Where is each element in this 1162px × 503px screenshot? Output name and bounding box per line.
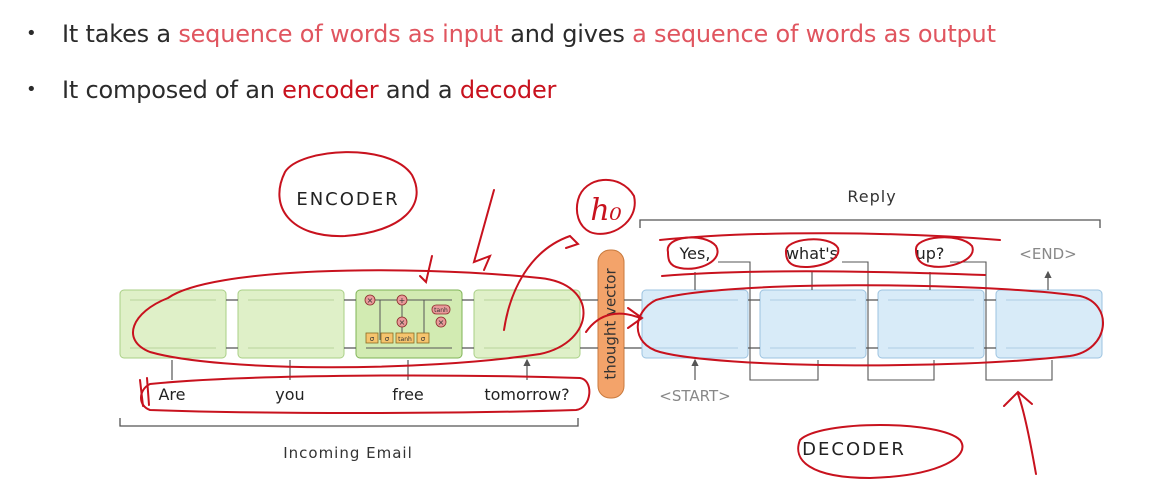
pointwise-times-2-label: × xyxy=(399,318,406,327)
pointwise-times-3-label: × xyxy=(438,318,445,327)
incoming-label: Incoming Email xyxy=(283,444,413,462)
pointwise-times-1-label: × xyxy=(367,296,374,305)
handwritten-h0: h₀ xyxy=(590,193,621,228)
gate-tanh-label: tanh xyxy=(398,336,412,343)
decoder-title: DECODER xyxy=(802,439,906,460)
end-token: <END> xyxy=(1019,245,1076,263)
gate-sigma-3-label: σ xyxy=(421,335,426,343)
seq2seq-diagram: Reply Incoming Email σ σ tanh σ × + × × … xyxy=(119,151,1104,480)
input-word-4: tomorrow? xyxy=(484,385,569,404)
reply-label: Reply xyxy=(847,187,896,206)
reply-bracket xyxy=(639,219,1101,228)
pointer-arrow-2 xyxy=(419,255,433,284)
decoder-cells xyxy=(641,261,1103,381)
pointer-arrow-1 xyxy=(472,189,495,271)
gate-sigma-1-label: σ xyxy=(370,335,375,343)
pointwise-plus-label: + xyxy=(399,296,406,305)
start-token: <START> xyxy=(659,387,730,405)
output-word-1: Yes, xyxy=(679,244,711,263)
input-word-3: free xyxy=(392,385,424,404)
pointwise-tanh-label: tanh xyxy=(434,307,448,314)
encoder-title: ENCODER xyxy=(296,189,399,210)
gate-sigma-2-label: σ xyxy=(385,335,390,343)
input-word-2: you xyxy=(275,385,304,404)
pointer-arrow-3 xyxy=(1003,390,1037,475)
incoming-bracket xyxy=(119,418,579,427)
thought-vector-label: thought vector xyxy=(602,268,620,380)
input-word-1: Are xyxy=(158,385,185,404)
